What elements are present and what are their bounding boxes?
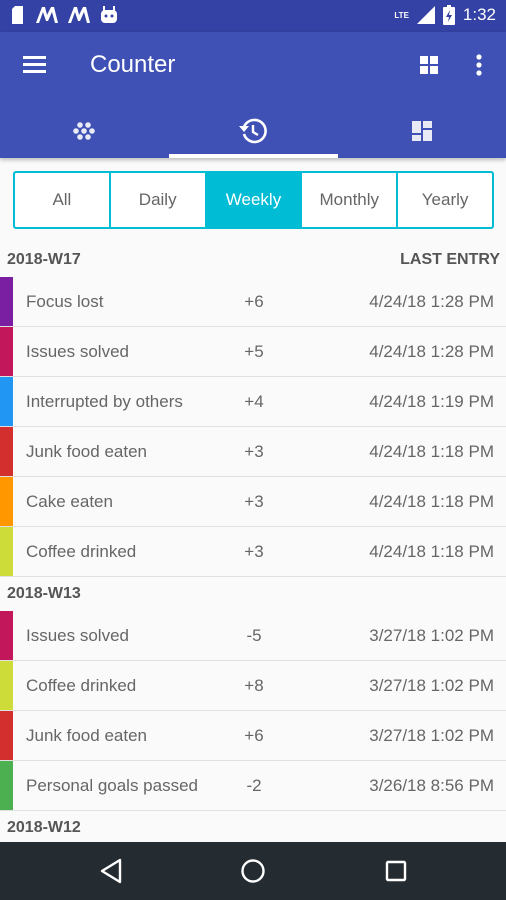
- counter-name: Personal goals passed: [26, 776, 199, 795]
- dashboard-grid-icon[interactable]: [418, 54, 440, 76]
- notification-icons: [12, 6, 118, 24]
- network-label: LTE: [394, 10, 409, 20]
- app-bar: Counter: [0, 32, 506, 158]
- document-icon: [12, 6, 23, 24]
- color-bar: [0, 761, 13, 810]
- counter-delta: +3: [244, 492, 264, 511]
- counter-delta: +3: [244, 442, 264, 461]
- counter-date: 4/24/18 1:28 PM: [369, 342, 494, 361]
- color-bar: [0, 527, 13, 576]
- list-item[interactable]: Issues solved -5 3/27/18 1:02 PM: [0, 611, 506, 661]
- color-bar: [0, 611, 13, 660]
- counter-name: Issues solved: [26, 626, 129, 645]
- hamburger-menu-icon[interactable]: [20, 52, 50, 78]
- home-circle-icon[interactable]: [238, 856, 268, 886]
- list-item[interactable]: Coffee drinked +3 4/24/18 1:18 PM: [0, 527, 506, 577]
- system-nav-bar: [0, 842, 506, 900]
- battery-icon: [442, 5, 455, 25]
- tab-counters[interactable]: [0, 104, 168, 158]
- section-title: 2018-W17: [7, 251, 81, 268]
- app-title: Counter: [90, 51, 176, 78]
- color-bar: [0, 377, 13, 426]
- list-item[interactable]: Personal goals passed -2 3/26/18 8:56 PM: [0, 761, 506, 811]
- counter-date: 4/24/18 1:28 PM: [369, 292, 494, 311]
- counter-delta: +8: [244, 676, 264, 695]
- counter-date: 4/24/18 1:18 PM: [369, 542, 494, 561]
- android-icon: [101, 6, 117, 23]
- color-bar: [0, 427, 13, 476]
- list-item[interactable]: Interrupted by others +4 4/24/18 1:19 PM: [0, 377, 506, 427]
- counter-date: 4/24/18 1:19 PM: [369, 392, 494, 411]
- recents-square-icon[interactable]: [381, 856, 411, 886]
- counter-delta: +3: [244, 542, 264, 561]
- more-vert-icon[interactable]: [470, 52, 488, 78]
- color-bar: [0, 277, 13, 326]
- counter-name: Coffee drinked: [26, 542, 137, 561]
- counter-delta: -2: [246, 776, 262, 795]
- counter-name: Junk food eaten: [26, 726, 147, 745]
- counter-name: Cake eaten: [26, 492, 113, 511]
- tab-dashboard[interactable]: [338, 104, 506, 158]
- color-bar: [0, 327, 13, 376]
- color-bar: [0, 477, 13, 526]
- counter-name: Focus lost: [26, 292, 104, 311]
- dots-cluster-icon: [73, 122, 95, 140]
- counter-date: 3/26/18 8:56 PM: [369, 776, 494, 795]
- status-bar: LTE 1:32: [0, 0, 506, 32]
- counter-name: Interrupted by others: [26, 392, 183, 411]
- filter-all[interactable]: All: [15, 173, 111, 227]
- counter-date: 3/27/18 1:02 PM: [369, 726, 494, 745]
- filter-monthly[interactable]: Monthly: [302, 173, 399, 227]
- section-header: 2018-W13: [0, 577, 506, 611]
- app-m-icon-2: [68, 7, 90, 23]
- counter-name: Junk food eaten: [26, 442, 147, 461]
- signal-icon: [416, 6, 435, 24]
- counter-date: 3/27/18 1:02 PM: [369, 676, 494, 695]
- back-triangle-icon[interactable]: [96, 856, 126, 886]
- section-title: 2018-W12: [7, 819, 81, 836]
- counter-name: Issues solved: [26, 342, 129, 361]
- dashboard-icon: [412, 121, 432, 141]
- tab-history[interactable]: [169, 104, 337, 158]
- list-item[interactable]: Focus lost +6 4/24/18 1:28 PM: [0, 277, 506, 327]
- counter-date: 3/27/18 1:02 PM: [369, 626, 494, 645]
- counter-delta: +4: [244, 392, 264, 411]
- list-item[interactable]: Cake eaten +3 4/24/18 1:18 PM: [0, 477, 506, 527]
- color-bar: [0, 711, 13, 760]
- color-bar: [0, 661, 13, 710]
- filter-yearly[interactable]: Yearly: [398, 173, 492, 227]
- list-item[interactable]: Junk food eaten +3 4/24/18 1:18 PM: [0, 427, 506, 477]
- counter-delta: +5: [244, 342, 264, 361]
- section-header: 2018-W17 LAST ENTRY: [0, 243, 506, 277]
- list-item[interactable]: Junk food eaten +6 3/27/18 1:02 PM: [0, 711, 506, 761]
- counter-date: 4/24/18 1:18 PM: [369, 492, 494, 511]
- counter-name: Coffee drinked: [26, 676, 137, 695]
- last-entry-label: LAST ENTRY: [400, 251, 500, 268]
- tab-bar: [0, 104, 506, 158]
- clock: 1:32: [462, 5, 496, 24]
- history-list: 2018-W17 LAST ENTRY Focus lost +6 4/24/1…: [0, 243, 506, 845]
- tab-indicator: [169, 154, 338, 158]
- list-item[interactable]: Coffee drinked +8 3/27/18 1:02 PM: [0, 661, 506, 711]
- counter-delta: -5: [246, 626, 262, 645]
- counter-delta: +6: [244, 726, 264, 745]
- list-item[interactable]: Issues solved +5 4/24/18 1:28 PM: [0, 327, 506, 377]
- section-title: 2018-W13: [7, 585, 81, 602]
- period-filter: All Daily Weekly Monthly Yearly: [13, 171, 494, 229]
- counter-date: 4/24/18 1:18 PM: [369, 442, 494, 461]
- section-header: 2018-W12: [0, 811, 506, 845]
- history-icon: [239, 118, 267, 144]
- counter-delta: +6: [244, 292, 264, 311]
- filter-weekly[interactable]: Weekly: [206, 173, 303, 227]
- filter-daily[interactable]: Daily: [111, 173, 207, 227]
- app-m-icon: [36, 7, 58, 23]
